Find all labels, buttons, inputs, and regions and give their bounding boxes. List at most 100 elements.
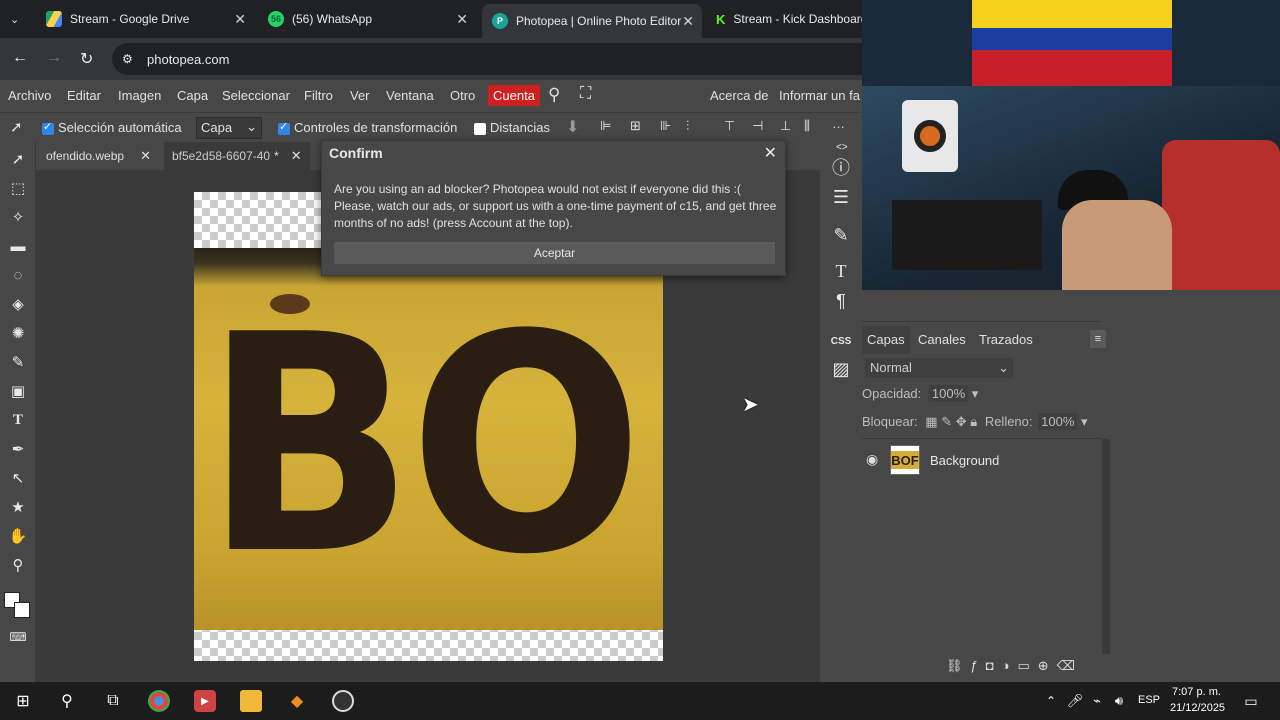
menu-otro[interactable]: Otro: [450, 88, 475, 103]
align-middle-icon[interactable]: ⊣: [752, 118, 763, 134]
align-top-icon[interactable]: ⊤: [724, 118, 735, 134]
menu-ventana[interactable]: Ventana: [386, 88, 434, 103]
app-icon[interactable]: ◆: [286, 690, 308, 712]
character-icon[interactable]: T: [828, 258, 854, 284]
tab-canales[interactable]: Canales: [913, 326, 971, 354]
path-select-icon[interactable]: ↖: [7, 467, 29, 489]
language-indicator[interactable]: ESP: [1138, 694, 1160, 706]
menu-filtro[interactable]: Filtro: [304, 88, 333, 103]
mask-icon[interactable]: ◘: [986, 658, 1002, 673]
close-icon[interactable]: ✕: [456, 11, 468, 28]
brush-icon[interactable]: ✎: [7, 351, 29, 373]
site-settings-icon[interactable]: ⚙: [122, 52, 133, 66]
panel-menu-icon[interactable]: ≡: [1090, 330, 1106, 348]
caret-down-icon[interactable]: ▾: [972, 386, 979, 401]
volume-icon[interactable]: 🔊︎: [1108, 690, 1130, 712]
back-icon[interactable]: ←: [12, 49, 28, 67]
eraser-icon[interactable]: ◈: [7, 293, 29, 315]
menu-capa[interactable]: Capa: [177, 88, 208, 103]
reload-icon[interactable]: ↻: [80, 49, 93, 69]
close-icon[interactable]: ✕: [764, 143, 777, 163]
close-icon[interactable]: ✕: [140, 148, 151, 164]
close-icon[interactable]: ✕: [682, 13, 694, 30]
adjustments-icon[interactable]: ☰: [828, 184, 854, 210]
layers-scrollbar[interactable]: [1102, 439, 1110, 654]
network-icon[interactable]: ⌁: [1086, 690, 1108, 712]
lock-pixels-icon[interactable]: ✎: [941, 414, 952, 429]
menu-seleccionar[interactable]: Seleccionar: [222, 88, 290, 103]
tab-google-drive[interactable]: Stream - Google Drive ✕: [36, 4, 254, 34]
clock-date[interactable]: 21/12/2025: [1170, 702, 1225, 714]
menu-acerca-de[interactable]: Acerca de: [710, 88, 769, 103]
css-icon[interactable]: CSS: [828, 328, 854, 354]
paragraph-icon[interactable]: ¶: [828, 288, 854, 314]
effects-icon[interactable]: ƒ: [971, 658, 986, 673]
tab-capas[interactable]: Capas: [862, 326, 910, 354]
brush-settings-icon[interactable]: ✎: [828, 222, 854, 248]
windows-start-icon[interactable]: ⊞: [12, 690, 34, 712]
align-right-icon[interactable]: ⊪: [660, 118, 671, 134]
align-left-icon[interactable]: ⊫: [600, 118, 611, 134]
folder-icon[interactable]: ▭: [1017, 658, 1037, 673]
media-player-icon[interactable]: ▶: [194, 690, 216, 712]
image-icon[interactable]: ▨: [828, 356, 854, 382]
fullscreen-icon[interactable]: ⛶: [580, 85, 591, 103]
doc-tab-active[interactable]: bf5e2d58-6607-40 * ✕: [164, 142, 310, 170]
tab-kick[interactable]: K Stream - Kick Dashboard: [706, 4, 867, 34]
url-field[interactable]: ⚙ photopea.com: [112, 43, 862, 75]
blend-mode-select[interactable]: Normal ⌄: [865, 358, 1013, 378]
file-explorer-icon[interactable]: [240, 690, 262, 712]
obs-icon[interactable]: [332, 690, 354, 712]
menu-imagen[interactable]: Imagen: [118, 88, 161, 103]
new-layer-icon[interactable]: ⊕: [1038, 658, 1057, 673]
close-icon[interactable]: ✕: [234, 11, 246, 28]
collapse-icon[interactable]: <>: [836, 142, 848, 153]
clone-stamp-icon[interactable]: ▣: [7, 380, 29, 402]
marquee-tool-icon[interactable]: ⬚: [7, 177, 29, 199]
menu-ver[interactable]: Ver: [350, 88, 370, 103]
ruler-icon[interactable]: ▬: [7, 235, 29, 257]
shape-tool-icon[interactable]: ★: [7, 496, 29, 518]
task-view-icon[interactable]: ⧉: [102, 690, 124, 712]
background-color-swatch[interactable]: [14, 602, 30, 618]
info-icon[interactable]: ⓘ: [828, 154, 854, 180]
magic-wand-icon[interactable]: ✧: [7, 206, 29, 228]
lock-position-icon[interactable]: ✥: [956, 414, 967, 429]
transform-controls-checkbox[interactable]: Controles de transformación: [278, 120, 457, 135]
tab-trazados[interactable]: Trazados: [974, 326, 1038, 354]
tab-photopea[interactable]: P Photopea | Online Photo Editor ✕: [482, 4, 702, 38]
download-icon[interactable]: ⬇: [566, 117, 579, 137]
forward-icon[interactable]: →: [46, 49, 62, 67]
keyboard-icon[interactable]: ⌨: [7, 626, 29, 648]
move-tool-icon[interactable]: ➚: [7, 148, 29, 170]
search-icon[interactable]: ⚲: [56, 690, 78, 712]
chevron-up-icon[interactable]: ⌃: [1040, 690, 1062, 712]
menu-editar[interactable]: Editar: [67, 88, 101, 103]
close-icon[interactable]: ✕: [291, 148, 302, 164]
distances-checkbox[interactable]: Distancias: [474, 120, 550, 135]
auto-select-checkbox[interactable]: Selección automática: [42, 120, 182, 135]
distribute-icon[interactable]: ⫶: [686, 118, 689, 134]
eye-icon[interactable]: ◉: [866, 451, 878, 468]
notifications-icon[interactable]: ▭: [1240, 690, 1262, 712]
align-center-icon[interactable]: ⊞: [630, 118, 641, 134]
more-icon[interactable]: …: [832, 116, 845, 131]
search-icon[interactable]: ⚲: [548, 85, 560, 105]
fill-field[interactable]: 100%: [1038, 413, 1078, 430]
tab-search-button[interactable]: ⌄: [4, 4, 28, 34]
layer-row[interactable]: ◉ BOF Background: [862, 443, 1102, 477]
adjustment-layer-icon[interactable]: ◑: [1002, 658, 1018, 673]
microphone-icon[interactable]: 🎤︎: [1064, 690, 1086, 712]
pen-tool-icon[interactable]: ✒: [7, 438, 29, 460]
chrome-icon[interactable]: [148, 690, 170, 712]
caret-down-icon[interactable]: ▾: [1081, 414, 1088, 429]
menu-archivo[interactable]: Archivo: [8, 88, 51, 103]
lock-all-icon[interactable]: 🔒︎: [970, 414, 977, 429]
text-tool-icon[interactable]: T: [7, 409, 29, 431]
tab-whatsapp[interactable]: 56 (56) WhatsApp ✕: [258, 4, 476, 34]
trash-icon[interactable]: ⌫: [1057, 658, 1083, 673]
lock-transparency-icon[interactable]: ▦: [925, 414, 937, 429]
hand-tool-icon[interactable]: ✋: [7, 525, 29, 547]
lasso-icon[interactable]: ◌: [7, 264, 29, 286]
menu-report-bug[interactable]: Informar un fa: [779, 88, 860, 103]
